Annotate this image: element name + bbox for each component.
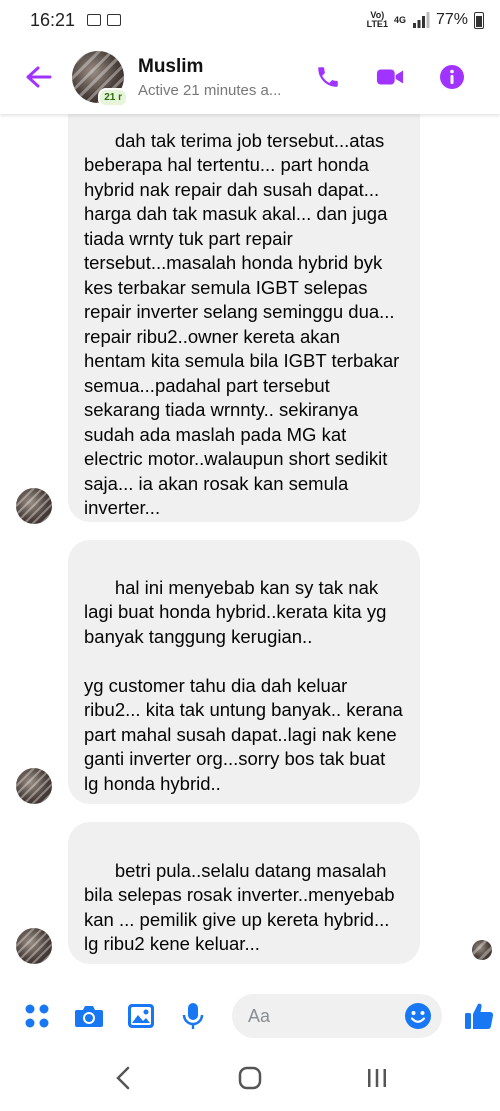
message-text: dah tak terima job tersebut...atas beber… (84, 129, 405, 519)
message-notification-icon (107, 14, 122, 26)
header-actions (314, 63, 466, 91)
info-button[interactable] (438, 63, 466, 91)
net-type: 4G (393, 14, 406, 25)
contact-active-status: Active 21 minutes a... (138, 81, 282, 99)
message-input-box (232, 994, 442, 1038)
phone-icon (318, 67, 338, 87)
nav-home-button[interactable] (230, 1058, 270, 1098)
message-bubble[interactable]: betri pula..selalu datang masalah bila s… (68, 822, 420, 964)
seen-indicator-avatar (472, 940, 492, 960)
notification-icons (87, 14, 122, 26)
emoji-button[interactable] (404, 1002, 432, 1030)
message-input[interactable] (248, 1005, 388, 1027)
camera-icon (75, 1006, 103, 1027)
video-call-button[interactable] (376, 63, 404, 91)
message-composer (0, 988, 500, 1044)
nav-back-button[interactable] (103, 1058, 143, 1098)
back-button[interactable] (20, 59, 56, 95)
message-bubble[interactable]: dah tak terima job tersebut...atas beber… (68, 114, 420, 522)
info-icon (440, 65, 464, 89)
contact-avatar[interactable]: 21 r (72, 51, 128, 107)
smiley-icon (405, 1003, 431, 1029)
status-right: Vo) LTE1 4G 77% (367, 11, 484, 29)
battery-icon (474, 11, 484, 29)
status-bar: 16:21 Vo) LTE1 4G 77% (0, 0, 500, 40)
active-time-badge: 21 r (98, 88, 128, 107)
battery-percent: 77% (435, 11, 468, 28)
volte-indicator: Vo) LTE1 (367, 11, 388, 29)
thumbs-up-icon (465, 1003, 494, 1029)
contact-name: Muslim (138, 55, 204, 77)
voice-message-button[interactable] (178, 1001, 208, 1031)
microphone-icon (182, 1003, 204, 1029)
like-button[interactable] (464, 1001, 494, 1031)
gallery-button[interactable] (126, 1001, 156, 1031)
voice-call-button[interactable] (314, 63, 342, 91)
volte-bottom: LTE1 (366, 19, 388, 29)
nav-recents-icon (367, 1069, 386, 1087)
status-time: 16:21 (30, 9, 76, 30)
sender-avatar[interactable] (16, 488, 52, 524)
nav-back-icon (116, 1066, 130, 1090)
more-actions-button[interactable] (22, 1001, 52, 1031)
four-dots-icon (25, 1004, 49, 1028)
contact-title-block[interactable]: Muslim Active 21 minutes a... (138, 56, 298, 99)
message-list[interactable]: dah tak terima job tersebut...atas beber… (0, 114, 500, 976)
system-navigation-bar (0, 1048, 500, 1108)
conversation-header: 21 r Muslim Active 21 minutes a... (0, 40, 500, 114)
message-text: betri pula..selalu datang masalah bila s… (84, 859, 400, 955)
nav-home-icon (238, 1066, 262, 1090)
nav-recents-button[interactable] (357, 1058, 397, 1098)
video-camera-icon (376, 69, 404, 85)
signal-icon (412, 12, 430, 28)
message-bubble[interactable]: hal ini menyebab kan sy tak nak lagi bua… (68, 540, 420, 804)
sender-avatar[interactable] (16, 928, 52, 964)
sender-avatar[interactable] (16, 768, 52, 804)
gallery-notification-icon (87, 14, 102, 26)
camera-button[interactable] (74, 1001, 104, 1031)
back-arrow-icon (26, 66, 52, 88)
message-text: hal ini menyebab kan sy tak nak lagi bua… (84, 576, 403, 794)
image-icon (128, 1004, 154, 1028)
